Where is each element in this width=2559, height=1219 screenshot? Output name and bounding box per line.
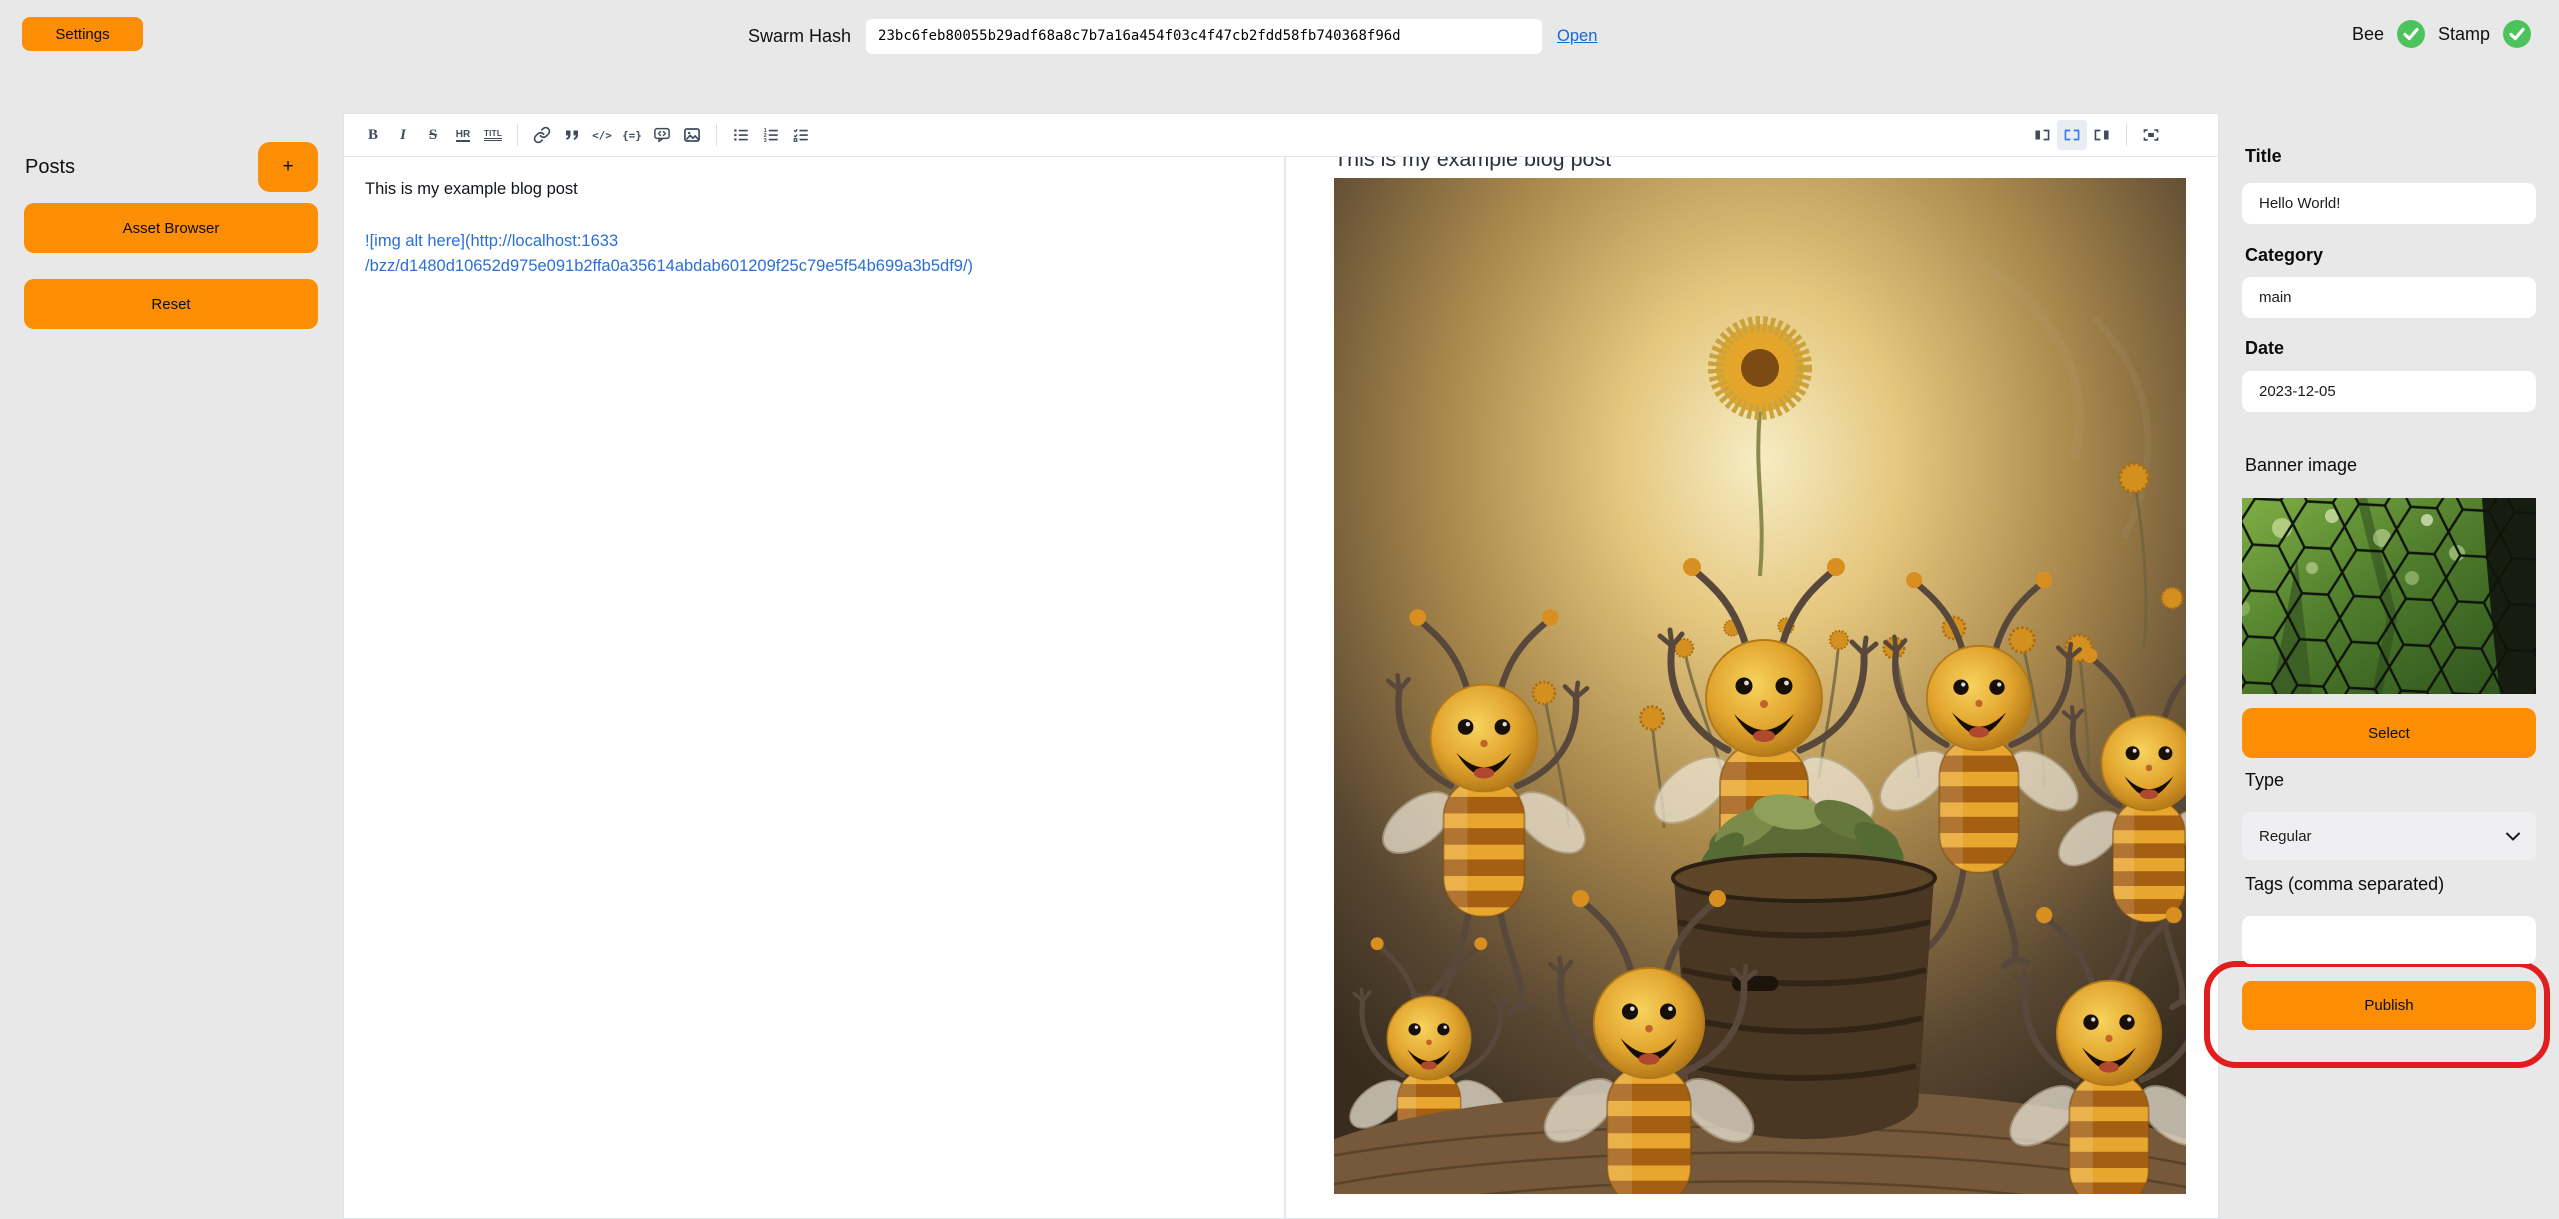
- fullscreen-icon: [2142, 126, 2160, 144]
- title-input[interactable]: [2242, 183, 2536, 224]
- code-block-icon: {=}: [622, 129, 642, 142]
- asset-browser-button[interactable]: Asset Browser: [24, 203, 318, 253]
- side-by-side-view-button[interactable]: [2057, 120, 2087, 150]
- swarm-hash-input[interactable]: [866, 19, 1542, 54]
- preview-view-icon: [2093, 126, 2111, 144]
- code-icon: </>: [592, 129, 612, 142]
- view-mode-group: [2027, 120, 2166, 150]
- settings-button[interactable]: Settings: [22, 17, 143, 51]
- reset-button[interactable]: Reset: [24, 279, 318, 329]
- fullscreen-button[interactable]: [2136, 120, 2166, 150]
- editor-image-markdown-line1: ![img alt here](http://localhost:1633: [365, 229, 1263, 255]
- tags-label: Tags (comma separated): [2245, 874, 2539, 895]
- banner-image-label: Banner image: [2245, 455, 2539, 476]
- title-button[interactable]: TITL: [478, 120, 508, 150]
- status-indicators: Bee Stamp: [2352, 20, 2531, 48]
- italic-icon: I: [400, 127, 406, 144]
- ordered-list-icon: 1 2 3: [762, 126, 780, 144]
- quote-button[interactable]: [557, 120, 587, 150]
- banner-select-button[interactable]: Select: [2242, 708, 2536, 758]
- posts-header: Posts +: [25, 142, 318, 192]
- italic-button[interactable]: I: [388, 120, 418, 150]
- stamp-status-label: Stamp: [2438, 24, 2490, 45]
- preview-pane: This is my example blog post: [1286, 157, 2218, 1218]
- ordered-list-button[interactable]: 1 2 3: [756, 120, 786, 150]
- type-label: Type: [2245, 770, 2539, 791]
- category-input[interactable]: [2242, 277, 2536, 318]
- code-block-button[interactable]: {=}: [617, 120, 647, 150]
- banner-image-preview: [2242, 498, 2536, 698]
- title-icon: TITL: [484, 129, 502, 142]
- bee-status-label: Bee: [2352, 24, 2384, 45]
- side-by-side-view-icon: [2063, 126, 2081, 144]
- editor-panel: B I S HR TITL </>: [343, 113, 2219, 1219]
- type-select-value: Regular: [2259, 828, 2312, 845]
- publish-button[interactable]: Publish: [2242, 981, 2536, 1030]
- toolbar-divider: [517, 124, 518, 146]
- open-link[interactable]: Open: [1557, 27, 1597, 46]
- category-label: Category: [2245, 245, 2539, 266]
- posts-title: Posts: [25, 156, 75, 179]
- editor-view-icon: [2033, 126, 2051, 144]
- preview-heading: This is my example blog post: [1334, 157, 2218, 172]
- stamp-check-icon: [2503, 20, 2531, 48]
- swarm-hash-label: Swarm Hash: [748, 26, 851, 47]
- editor-image-markdown-line2: /bzz/d1480d10652d975e091b2ffa0a35614abda…: [365, 254, 1263, 280]
- horizontal-rule-button[interactable]: HR: [448, 120, 478, 150]
- editor-toolbar: B I S HR TITL </>: [344, 114, 2218, 157]
- bold-icon: B: [368, 127, 378, 144]
- tags-input[interactable]: [2242, 916, 2536, 964]
- markdown-editor[interactable]: This is my example blog post ![img alt h…: [344, 157, 1284, 1218]
- task-list-icon: [792, 126, 810, 144]
- preview-view-button[interactable]: [2087, 120, 2117, 150]
- unordered-list-button[interactable]: [726, 120, 756, 150]
- chevron-down-icon: [2506, 832, 2520, 841]
- toolbar-divider: [2126, 124, 2127, 146]
- strikethrough-button[interactable]: S: [418, 120, 448, 150]
- svg-text:3: 3: [764, 138, 767, 144]
- comment-code-icon: [653, 126, 671, 144]
- task-list-button[interactable]: [786, 120, 816, 150]
- editor-line: This is my example blog post: [365, 177, 1263, 203]
- unordered-list-icon: [732, 126, 750, 144]
- image-button[interactable]: [677, 120, 707, 150]
- code-button[interactable]: </>: [587, 120, 617, 150]
- app-root: Settings Swarm Hash Open Bee Stamp Posts…: [0, 0, 2559, 1219]
- bee-check-icon: [2397, 20, 2425, 48]
- type-select[interactable]: Regular: [2242, 812, 2536, 860]
- horizontal-rule-icon: HR: [456, 129, 470, 142]
- date-label: Date: [2245, 338, 2539, 359]
- title-label: Title: [2245, 146, 2539, 167]
- link-icon: [533, 126, 551, 144]
- comment-code-button[interactable]: [647, 120, 677, 150]
- date-input[interactable]: [2242, 371, 2536, 412]
- quote-icon: [563, 126, 581, 144]
- dancing-bees-illustration: [1334, 178, 2186, 1194]
- add-post-button[interactable]: +: [258, 142, 318, 192]
- link-button[interactable]: [527, 120, 557, 150]
- strikethrough-icon: S: [429, 127, 437, 144]
- bold-button[interactable]: B: [358, 120, 388, 150]
- editor-view-button[interactable]: [2027, 120, 2057, 150]
- toolbar-divider: [716, 124, 717, 146]
- image-icon: [683, 126, 701, 144]
- swarm-hash-group: Swarm Hash Open: [748, 18, 1597, 54]
